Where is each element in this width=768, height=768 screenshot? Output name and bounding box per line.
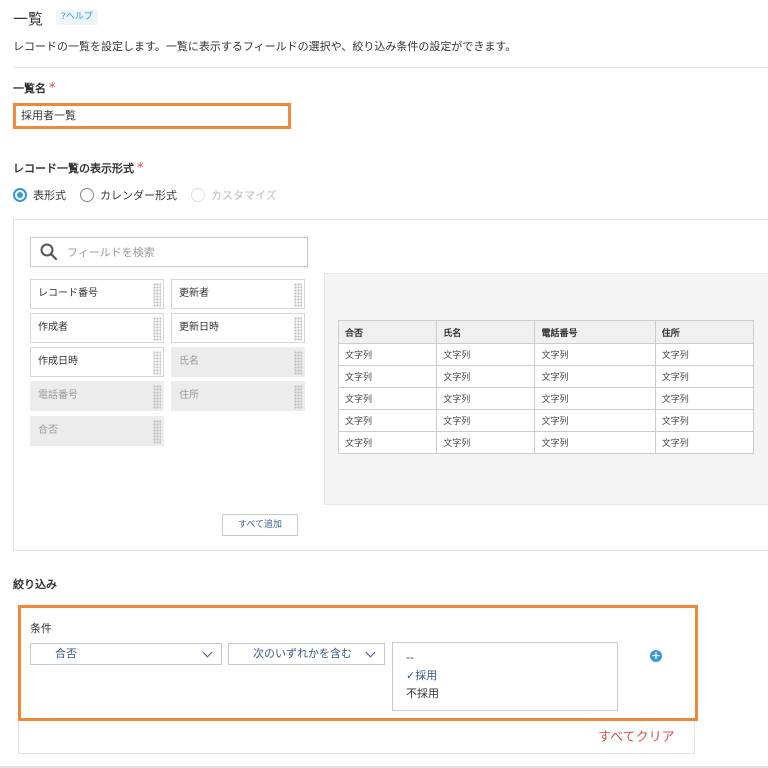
field-chip-updater[interactable]: 更新者 xyxy=(171,279,305,309)
table-cell: 文字列 xyxy=(534,431,656,454)
table-cell: 文字列 xyxy=(337,387,438,410)
condition-operator-select[interactable]: 次のいずれかを含む xyxy=(228,643,385,665)
table-header-row: 合否 氏名 電話番号 住所 xyxy=(337,320,755,344)
table-cell: 文字列 xyxy=(654,409,755,432)
field-chip-creator[interactable]: 作成者 xyxy=(30,313,164,343)
table-cell: 文字列 xyxy=(654,365,755,388)
preview-table: 合否 氏名 電話番号 住所 文字列 文字列 文字列 文字列 文字列 文字列 文字… xyxy=(337,320,755,454)
table-cell: 文字列 xyxy=(436,431,536,454)
drag-handle-icon xyxy=(153,420,161,444)
table-row: 文字列 文字列 文字列 文字列 xyxy=(337,387,755,410)
page-title: 一覧 xyxy=(13,10,44,28)
add-all-button[interactable]: すべて追加 xyxy=(222,514,298,536)
column-header[interactable]: 住所 xyxy=(654,320,755,344)
column-header[interactable]: 電話番号 xyxy=(534,320,656,344)
field-chip-created-at[interactable]: 作成日時 xyxy=(30,347,164,377)
table-cell: 文字列 xyxy=(337,365,438,388)
table-cell: 文字列 xyxy=(534,387,656,410)
drag-handle-icon[interactable] xyxy=(294,317,302,341)
table-cell: 文字列 xyxy=(337,343,438,366)
clear-all-link[interactable]: すべてクリア xyxy=(598,726,675,745)
field-chip-updated-at[interactable]: 更新日時 xyxy=(171,313,305,343)
table-cell: 文字列 xyxy=(654,387,755,410)
chevron-down-icon xyxy=(202,647,213,658)
table-row: 文字列 文字列 文字列 文字列 xyxy=(337,409,755,432)
name-field-label: 一覧名 * xyxy=(13,81,56,96)
drag-handle-icon xyxy=(294,351,302,375)
field-chip-address: 住所 xyxy=(171,381,305,411)
field-chip-name: 氏名 xyxy=(171,347,305,377)
field-chip-result: 合否 xyxy=(30,416,164,446)
table-cell: 文字列 xyxy=(654,431,755,454)
radio-label-calendar[interactable]: カレンダー形式 xyxy=(100,187,177,203)
display-format-label: レコード一覧の表示形式 * xyxy=(13,161,144,176)
drag-handle-icon xyxy=(294,385,302,409)
table-row: 文字列 文字列 文字列 文字列 xyxy=(337,343,755,366)
filter-container xyxy=(18,721,695,754)
condition-label: 条件 xyxy=(30,622,52,635)
column-header[interactable]: 氏名 xyxy=(436,320,536,344)
table-cell: 文字列 xyxy=(654,343,755,366)
condition-field-select[interactable]: 合否 xyxy=(30,643,222,665)
chevron-down-icon xyxy=(365,647,376,658)
table-cell: 文字列 xyxy=(534,343,656,366)
field-chip-record-number[interactable]: レコード番号 xyxy=(30,279,164,309)
radio-label-table[interactable]: 表形式 xyxy=(33,187,66,203)
radio-label-custom: カスタマイズ xyxy=(211,189,277,202)
table-cell: 文字列 xyxy=(436,365,536,388)
search-icon xyxy=(40,243,58,261)
condition-value-multiselect[interactable]: -- ✓採用 不採用 xyxy=(392,642,618,711)
check-icon: ✓ xyxy=(406,669,416,682)
table-cell: 文字列 xyxy=(337,409,438,432)
table-cell: 文字列 xyxy=(436,387,536,410)
option-item[interactable]: -- xyxy=(406,649,617,667)
drag-handle-icon[interactable] xyxy=(153,317,161,341)
table-cell: 文字列 xyxy=(534,409,656,432)
list-name-input[interactable]: 採用者一覧 xyxy=(13,103,291,129)
table-cell: 文字列 xyxy=(534,365,656,388)
filter-section-title: 絞り込み xyxy=(13,578,57,591)
radio-calendar-format[interactable] xyxy=(80,188,94,202)
drag-handle-icon[interactable] xyxy=(294,283,302,307)
help-link[interactable]: ?ヘルプ xyxy=(56,10,98,25)
search-placeholder: フィールドを検索 xyxy=(67,246,155,259)
table-row: 文字列 文字列 文字列 文字列 xyxy=(337,365,755,388)
field-chip-phone: 電話番号 xyxy=(30,381,164,411)
display-format-radios: 表形式 カレンダー形式 カスタマイズ xyxy=(13,186,291,204)
radio-table-format[interactable] xyxy=(13,188,27,202)
table-cell: 文字列 xyxy=(436,409,536,432)
table-cell: 文字列 xyxy=(337,431,438,454)
table-row: 文字列 文字列 文字列 文字列 xyxy=(337,431,755,454)
drag-handle-icon xyxy=(153,385,161,409)
table-cell: 文字列 xyxy=(436,343,536,366)
add-condition-icon[interactable]: + xyxy=(650,650,662,662)
divider xyxy=(13,67,768,68)
required-mark: * xyxy=(137,161,144,176)
field-search-input[interactable]: フィールドを検索 xyxy=(30,237,308,267)
radio-custom-format xyxy=(191,188,205,202)
option-item-selected[interactable]: ✓採用 xyxy=(406,667,617,685)
drag-handle-icon[interactable] xyxy=(153,351,161,375)
page-description: レコードの一覧を設定します。一覧に表示するフィールドの選択や、絞り込み条件の設定… xyxy=(13,40,517,53)
option-item[interactable]: 不採用 xyxy=(406,685,617,703)
required-mark: * xyxy=(49,81,56,96)
drag-handle-icon[interactable] xyxy=(153,283,161,307)
column-header[interactable]: 合否 xyxy=(337,320,438,344)
